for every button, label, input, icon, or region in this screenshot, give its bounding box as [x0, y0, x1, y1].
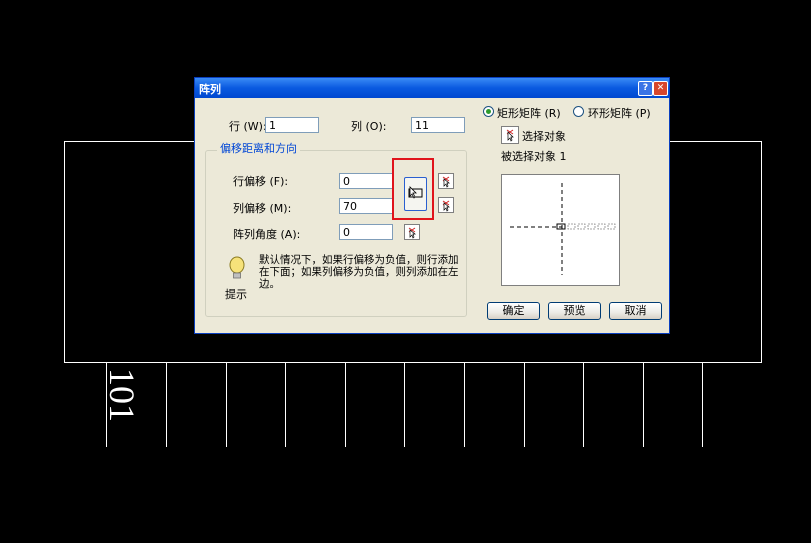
highlight-box	[392, 158, 434, 220]
array-dialog: 阵列 ? ✕ 行 (W): 1 列 (O): 11 偏移距离和方向 行偏移 (F…	[194, 77, 670, 334]
tip-label: 提示	[225, 288, 247, 301]
angle-label: 阵列角度 (A):	[233, 228, 301, 241]
lightbulb-icon	[229, 256, 245, 279]
ok-button[interactable]: 确定	[487, 302, 540, 320]
dialog-title: 阵列	[199, 83, 221, 96]
close-button[interactable]: ✕	[653, 81, 668, 96]
cols-input[interactable]: 11	[411, 117, 465, 133]
col-offset-input[interactable]: 70	[339, 198, 393, 214]
row-offset-input[interactable]: 0	[339, 173, 393, 189]
array-lines	[106, 362, 703, 447]
pick-col-offset-button[interactable]	[438, 197, 454, 213]
pick-point-icon	[442, 200, 450, 212]
polar-array-radio[interactable]	[573, 106, 584, 117]
help-button[interactable]: ?	[638, 81, 653, 96]
angle-input[interactable]: 0	[339, 224, 393, 240]
preview-drawing	[510, 183, 616, 275]
canvas-text-label: 101	[102, 368, 142, 422]
offset-group-label: 偏移距离和方向	[217, 140, 300, 156]
cols-label: 列 (O):	[351, 120, 387, 133]
select-objects-label: 选择对象	[522, 130, 566, 143]
rect-array-label: 矩形矩阵 (R)	[497, 107, 561, 120]
polar-array-label: 环形矩阵 (P)	[588, 107, 651, 120]
tip-text: 默认情况下，如果行偏移为负值，则行添加在下面；如果列偏移为负值，则列添加在左边。	[259, 254, 459, 290]
title-bar[interactable]: 阵列 ? ✕	[195, 78, 669, 98]
preview-button[interactable]: 预览	[548, 302, 601, 320]
rows-label: 行 (W):	[229, 120, 267, 133]
pick-point-icon	[408, 227, 416, 239]
select-objects-icon	[506, 129, 514, 142]
array-preview	[501, 174, 620, 286]
pick-row-offset-button[interactable]	[438, 173, 454, 189]
rows-input[interactable]: 1	[265, 117, 319, 133]
row-offset-label: 行偏移 (F):	[233, 175, 289, 188]
selected-count-label: 被选择对象 1	[501, 150, 567, 163]
select-objects-button[interactable]	[501, 126, 519, 144]
cancel-button[interactable]: 取消	[609, 302, 662, 320]
radio-selected-dot	[486, 109, 491, 114]
rect-array-radio[interactable]	[483, 106, 494, 117]
pick-angle-button[interactable]	[404, 224, 420, 240]
pick-point-icon	[442, 176, 450, 188]
col-offset-label: 列偏移 (M):	[233, 202, 292, 215]
